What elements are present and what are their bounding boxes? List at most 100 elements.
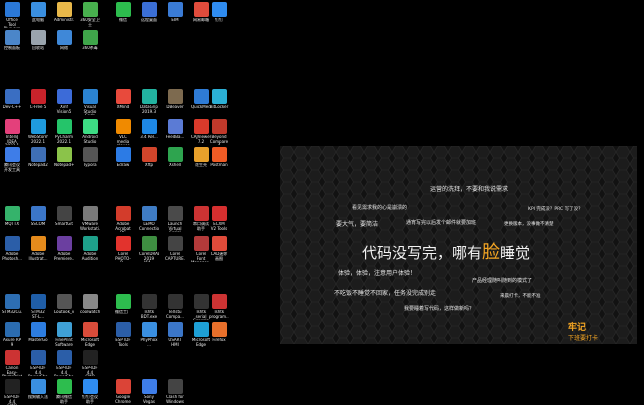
desktop-shortcut[interactable]: FinePrint Software <box>54 322 74 347</box>
desktop-shortcut[interactable]: Tshtk BDT.exe <box>139 294 159 319</box>
desktop-shortcut[interactable]: Sony Vegas <box>139 379 159 404</box>
desktop-shortcut[interactable]: Typora <box>80 147 100 168</box>
app-icon <box>115 294 131 309</box>
desktop-shortcut[interactable]: Xftp <box>139 147 159 168</box>
desktop-shortcut[interactable]: Adobe Audition <box>80 236 100 261</box>
shortcut-label: Android Studio <box>82 135 98 144</box>
desktop-shortcut[interactable]: Edraw <box>113 147 133 168</box>
desktop-shortcut[interactable]: 远程桌面 <box>139 2 159 23</box>
desktop-shortcut[interactable]: QuickMedia <box>191 89 211 110</box>
desktop-shortcut[interactable]: 此电脑 <box>28 2 48 23</box>
desktop-shortcut[interactable]: Notepad++ <box>54 147 74 168</box>
app-icon <box>30 379 46 394</box>
desktop-shortcut[interactable]: 钉钉会议 助手 <box>80 379 100 404</box>
desktop-shortcut[interactable]: ECXM V2 Tools <box>209 206 229 231</box>
desktop-shortcut[interactable]: EIM <box>165 2 185 23</box>
desktop-shortcut[interactable]: 3.4 Rel... <box>139 119 159 140</box>
desktop-shortcut[interactable]: 花生壳 <box>191 147 211 168</box>
desktop-shortcut[interactable]: SmartGit <box>54 206 74 227</box>
desktop-shortcut[interactable]: Android Studio <box>80 119 100 144</box>
desktop-shortcut[interactable]: Loutook_v... <box>54 294 74 315</box>
desktop-shortcut[interactable]: DBeaver <box>165 89 185 110</box>
desktop-shortcut[interactable]: MasterGo <box>28 322 48 343</box>
shortcut-label: 360安全卫士 <box>80 18 100 27</box>
desktop-shortcut[interactable]: VMware Workstati... <box>80 206 100 231</box>
desktop-shortcut[interactable]: Adobe Illustrat... <box>28 236 48 261</box>
desktop-shortcut[interactable]: Xshell <box>165 147 185 168</box>
desktop-shortcut[interactable]: Office Tool Plus.exe <box>2 2 22 28</box>
desktop-shortcut[interactable]: 腾讯微信 助手 <box>54 379 74 404</box>
desktop-shortcut[interactable]: DataGrip 2019.3 <box>139 89 159 114</box>
desktop-shortcut[interactable]: SSCOM <box>28 206 48 227</box>
desktop-shortcut[interactable]: USART HMI <box>165 322 185 347</box>
desktop-shortcut[interactable]: Launch Virtual Serial <box>165 206 185 232</box>
app-icon <box>82 89 98 104</box>
desktop-shortcut[interactable]: 网易邮箱 <box>191 2 211 23</box>
desktop-shortcut[interactable]: 串口调试 助手 <box>191 206 211 231</box>
desktop-shortcut[interactable]: coolwatch... <box>80 294 100 315</box>
desktop-shortcut[interactable]: Dev-C++ <box>2 89 22 110</box>
app-icon <box>211 147 227 162</box>
desktop-shortcut[interactable]: PhyPhox ... <box>139 322 159 347</box>
desktop-shortcut[interactable]: Firefox <box>209 322 229 343</box>
desktop-shortcut[interactable]: Clash for Windows <box>165 379 185 404</box>
desktop-shortcut[interactable]: 网络 <box>54 30 74 51</box>
desktop-shortcut[interactable]: STM32Cu... <box>2 294 22 315</box>
desktop-shortcut[interactable]: Visual Studio Code <box>80 89 100 115</box>
desktop-shortcut[interactable]: Corel PHOTO-P... <box>113 236 133 262</box>
desktop-shortcut[interactable]: 控制面板 <box>2 30 22 51</box>
desktop-shortcut[interactable]: Notepad2 <box>28 147 48 168</box>
desktop-shortcut[interactable]: ESP-IDF 4.4 PowerShell <box>28 350 48 376</box>
desktop-shortcut[interactable]: IntelliJ IDEA 2022.1 <box>2 119 22 145</box>
desktop-shortcut[interactable]: XMind <box>113 89 133 110</box>
desktop-shortcut[interactable]: Canon Easy-PhotoPrint <box>2 350 22 376</box>
desktop-shortcut[interactable]: Administr... <box>54 2 74 23</box>
desktop-shortcut[interactable]: Adobe Acrobat DC <box>113 206 133 232</box>
app-icon <box>56 206 72 221</box>
desktop-shortcut[interactable]: C-Free 5 <box>28 89 48 110</box>
app-icon <box>4 379 20 394</box>
desktop-shortcut[interactable]: Tshtk program... <box>209 294 229 319</box>
desktop-shortcut[interactable]: Postman <box>209 147 229 168</box>
desktop-shortcut[interactable]: Corel CAPTURE... <box>165 236 185 261</box>
desktop-shortcut[interactable]: CorelDRAW 2019 (64... <box>139 236 159 262</box>
shortcut-label: 360杀毒 <box>82 46 98 50</box>
desktop-shortcut[interactable]: Tshtk serial Console 1.3 <box>191 294 211 320</box>
desktop-shortcut[interactable]: Adobe Photosh... <box>2 236 22 261</box>
desktop-shortcut[interactable]: 360杀毒 <box>80 30 100 51</box>
desktop-shortcut[interactable]: LEMO Connection <box>139 206 159 231</box>
desktop-shortcut[interactable]: CAD迷你 画图 <box>209 236 229 261</box>
desktop-shortcut[interactable]: Axure RP 9 <box>2 322 22 347</box>
desktop-shortcut[interactable]: TeXstu Compa... <box>165 294 185 319</box>
desktop-shortcut[interactable]: CAJViewer 7.2 <box>191 119 211 144</box>
desktop-shortcut[interactable]: Beyond Compare 4 <box>209 119 229 145</box>
desktop-shortcut[interactable]: BitLocker <box>209 89 229 110</box>
desktop-shortcut[interactable]: PyCharm 2022.1 <box>54 119 74 144</box>
desktop-shortcut[interactable]: Microsoft Edge <box>80 322 100 347</box>
desktop-shortcut[interactable]: STM32 ST-L... <box>28 294 48 319</box>
desktop-shortcut[interactable]: 腾讯会议 开发工具 <box>2 147 22 172</box>
desktop-shortcut[interactable]: ESP-IDF 4.4 PowerShell <box>54 350 74 376</box>
desktop-shortcut[interactable]: Corel Font Manager... <box>191 236 211 262</box>
desktop-shortcut[interactable]: MQTTX <box>2 206 22 227</box>
app-icon <box>193 236 209 251</box>
desktop-shortcut[interactable]: WebStorm 2022.1 <box>28 119 48 144</box>
desktop-shortcut[interactable]: 微信 <box>113 2 133 23</box>
desktop-shortcut[interactable]: Adobe Premiere... <box>54 236 74 261</box>
desktop-shortcut[interactable]: Google Chrome <box>113 379 133 404</box>
desktop-shortcut[interactable]: Xinf Vision5 <box>54 89 74 114</box>
desktop-shortcut[interactable]: 360安全卫士 <box>80 2 100 27</box>
shortcut-label: 搜狗输入法 <box>28 395 48 399</box>
desktop-shortcut[interactable]: 钉钉 <box>209 2 229 23</box>
desktop-shortcut[interactable]: 搜狗输入法 <box>28 379 48 400</box>
desktop-shortcut[interactable]: 微信工厂 <box>113 294 133 315</box>
shortcut-label: Adobe Illustrat... <box>28 252 48 261</box>
desktop-shortcut[interactable]: VLC media player <box>113 119 133 145</box>
desktop-shortcut[interactable]: 回收站 <box>28 30 48 51</box>
desktop-shortcut[interactable]: ESP IDF Tools <box>113 322 133 347</box>
app-icon <box>141 147 157 162</box>
desktop-shortcut[interactable]: FeedBa... <box>165 119 185 140</box>
desktop-shortcut[interactable]: Microsoft Edge <box>191 322 211 347</box>
desktop-shortcut[interactable]: ESP-IDF 4.4 CMD <box>2 379 22 405</box>
desktop-shortcut[interactable]: ESP-IDF 4.4 CMD <box>80 350 100 376</box>
